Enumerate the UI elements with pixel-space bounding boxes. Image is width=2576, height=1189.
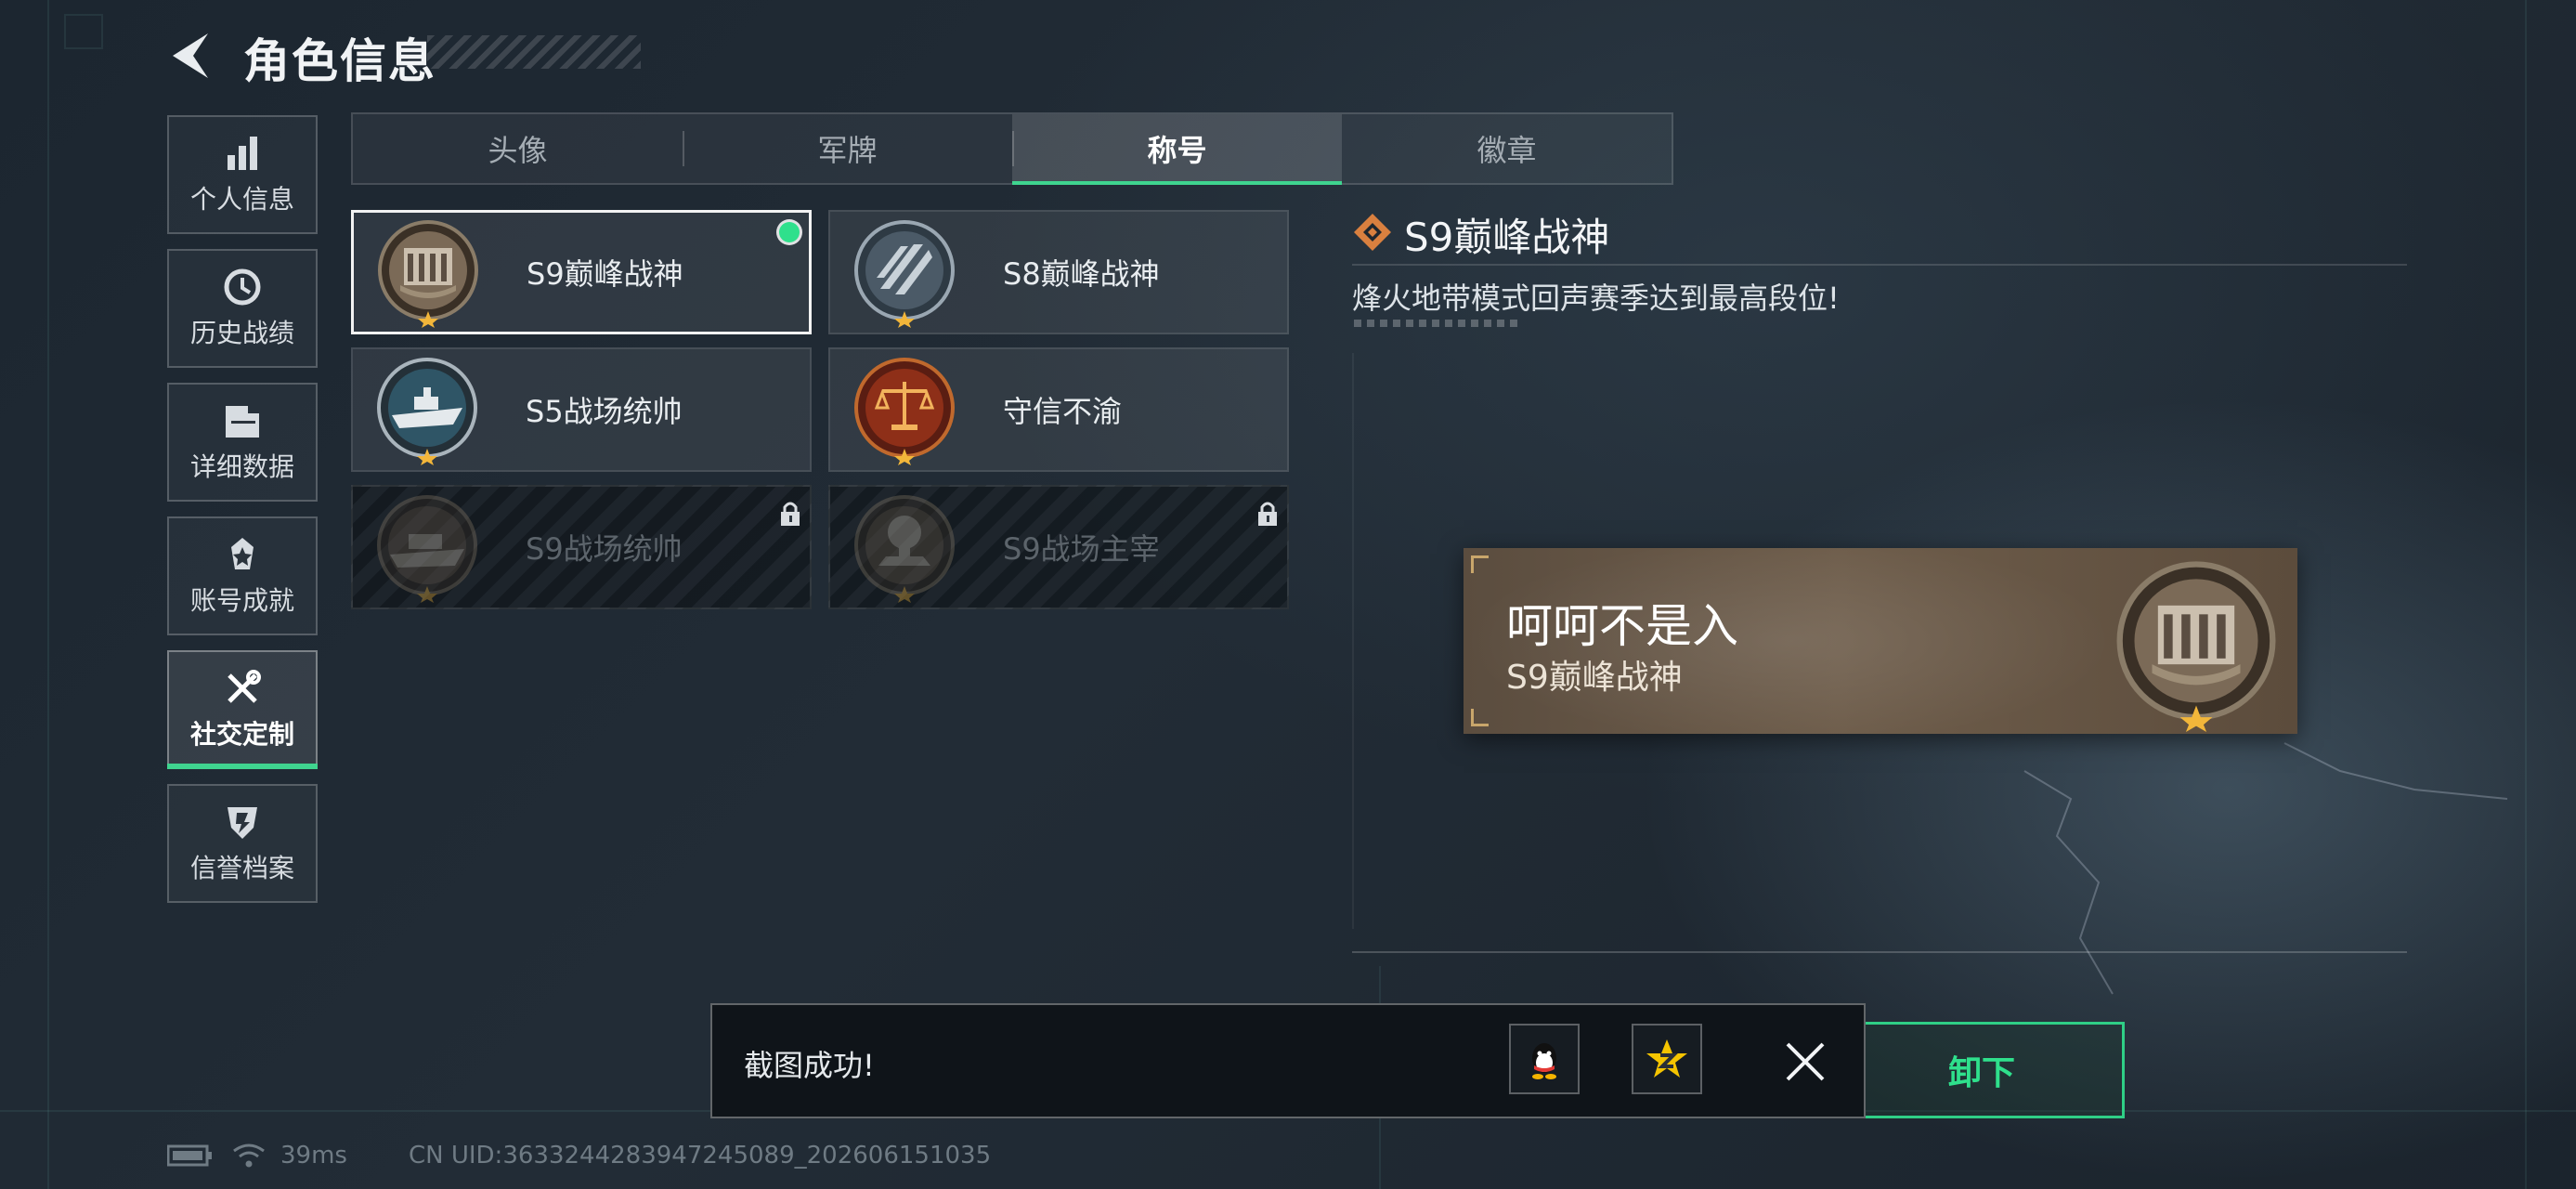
detail-decoration xyxy=(1354,320,1521,327)
detail-divider xyxy=(1352,264,2407,266)
fortress-medal-icon xyxy=(2116,561,2276,732)
close-icon[interactable] xyxy=(1782,1039,1828,1085)
ping-value: 39ms xyxy=(280,1142,347,1169)
title-card-s8-peak-god[interactable]: S8巅峰战神 xyxy=(828,210,1289,334)
stripes-medal-icon xyxy=(854,220,955,328)
battery-icon xyxy=(167,1144,212,1167)
sidebar-item-history[interactable]: 历史战绩 xyxy=(167,249,318,368)
preview-frame-line xyxy=(1352,951,2407,953)
tab-avatar[interactable]: 头像 xyxy=(353,114,683,183)
tools-icon xyxy=(228,670,261,703)
equipped-indicator xyxy=(779,222,800,242)
title-card-name: S5战场统帅 xyxy=(526,394,683,429)
folder-icon xyxy=(226,406,259,438)
sidebar-item-social-customization[interactable]: 社交定制 xyxy=(167,650,318,769)
title-card-s9-commander[interactable]: S9战场统帅 xyxy=(351,485,812,609)
warship-medal-icon xyxy=(377,358,477,465)
page-title: 角色信息 xyxy=(243,34,436,88)
title-diamond-icon xyxy=(1354,214,1391,251)
explosion-medal-icon xyxy=(854,495,955,603)
sidebar-item-achievements[interactable]: 账号成就 xyxy=(167,516,318,635)
share-qq-button[interactable] xyxy=(1509,1024,1580,1094)
nameplate-preview: 呵呵不是入 S9巅峰战神 xyxy=(1464,548,2297,734)
sidebar-item-personal-info[interactable]: 个人信息 xyxy=(167,115,318,234)
fortress-medal-icon xyxy=(378,220,478,328)
preview-frame-line xyxy=(1352,353,1354,929)
shield-icon xyxy=(228,807,257,839)
lock-icon xyxy=(781,502,800,526)
detail-description: 烽火地带模式回声赛季达到最高段位! xyxy=(1352,281,1840,316)
sidebar-item-label: 社交定制 xyxy=(189,719,294,750)
detail-title: S9巅峰战神 xyxy=(1404,215,1610,260)
sidebar-item-detailed-data[interactable]: 详细数据 xyxy=(167,383,318,502)
status-footer: 39ms CN UID:3633244283947245089_20260615… xyxy=(167,1137,991,1174)
qq-icon xyxy=(1532,1043,1556,1079)
toast-message: 截图成功! xyxy=(744,1048,875,1083)
bar-chart-icon xyxy=(228,137,257,170)
scales-medal-icon xyxy=(854,358,955,465)
battleship-medal-icon xyxy=(377,495,477,603)
uid-text: CN UID:3633244283947245089_202606151035 xyxy=(408,1142,992,1169)
sidebar-item-label: 信誉档案 xyxy=(189,853,294,883)
sidebar-item-label: 个人信息 xyxy=(189,184,294,215)
tab-title[interactable]: 称号 xyxy=(1012,114,1342,185)
sidebar-item-label: 账号成就 xyxy=(189,585,294,616)
tab-badge[interactable]: 徽章 xyxy=(1342,114,1672,183)
tab-bar: 头像 军牌 称号 徽章 xyxy=(351,112,1673,185)
back-arrow-icon[interactable] xyxy=(165,28,214,84)
sidebar-item-credit-record[interactable]: 信誉档案 xyxy=(167,784,318,903)
title-card-s9-peak-god[interactable]: S9巅峰战神 xyxy=(351,210,812,334)
title-card-name: S8巅峰战神 xyxy=(1003,256,1160,292)
title-card-name: S9战场主宰 xyxy=(1003,531,1160,567)
achievement-icon xyxy=(231,538,254,569)
title-card-s9-dominator[interactable]: S9战场主宰 xyxy=(828,485,1289,609)
preview-corner xyxy=(1471,709,1489,726)
tab-dog-tag[interactable]: 军牌 xyxy=(683,114,1012,183)
title-decoration xyxy=(427,35,641,69)
sidebar-item-label: 历史战绩 xyxy=(189,318,294,348)
screenshot-toast: 截图成功! xyxy=(710,1003,1866,1118)
sidebar-item-label: 详细数据 xyxy=(189,451,294,482)
preview-corner xyxy=(1471,555,1489,573)
title-card-name: S9巅峰战神 xyxy=(527,256,683,292)
title-card-name: S9战场统帅 xyxy=(526,531,683,567)
preview-player-name: 呵呵不是入 xyxy=(1506,599,1738,653)
unequip-button-label: 卸下 xyxy=(1947,1054,2015,1092)
title-card-name: 守信不渝 xyxy=(1003,394,1123,429)
clock-icon xyxy=(224,268,261,306)
qzone-icon xyxy=(1646,1039,1687,1078)
title-card-keep-promise[interactable]: 守信不渝 xyxy=(828,347,1289,472)
title-card-s5-commander[interactable]: S5战场统帅 xyxy=(351,347,812,472)
preview-title: S9巅峰战神 xyxy=(1506,659,1683,697)
wifi-icon xyxy=(233,1143,265,1168)
lock-icon xyxy=(1258,502,1277,526)
share-qzone-button[interactable] xyxy=(1632,1024,1702,1094)
